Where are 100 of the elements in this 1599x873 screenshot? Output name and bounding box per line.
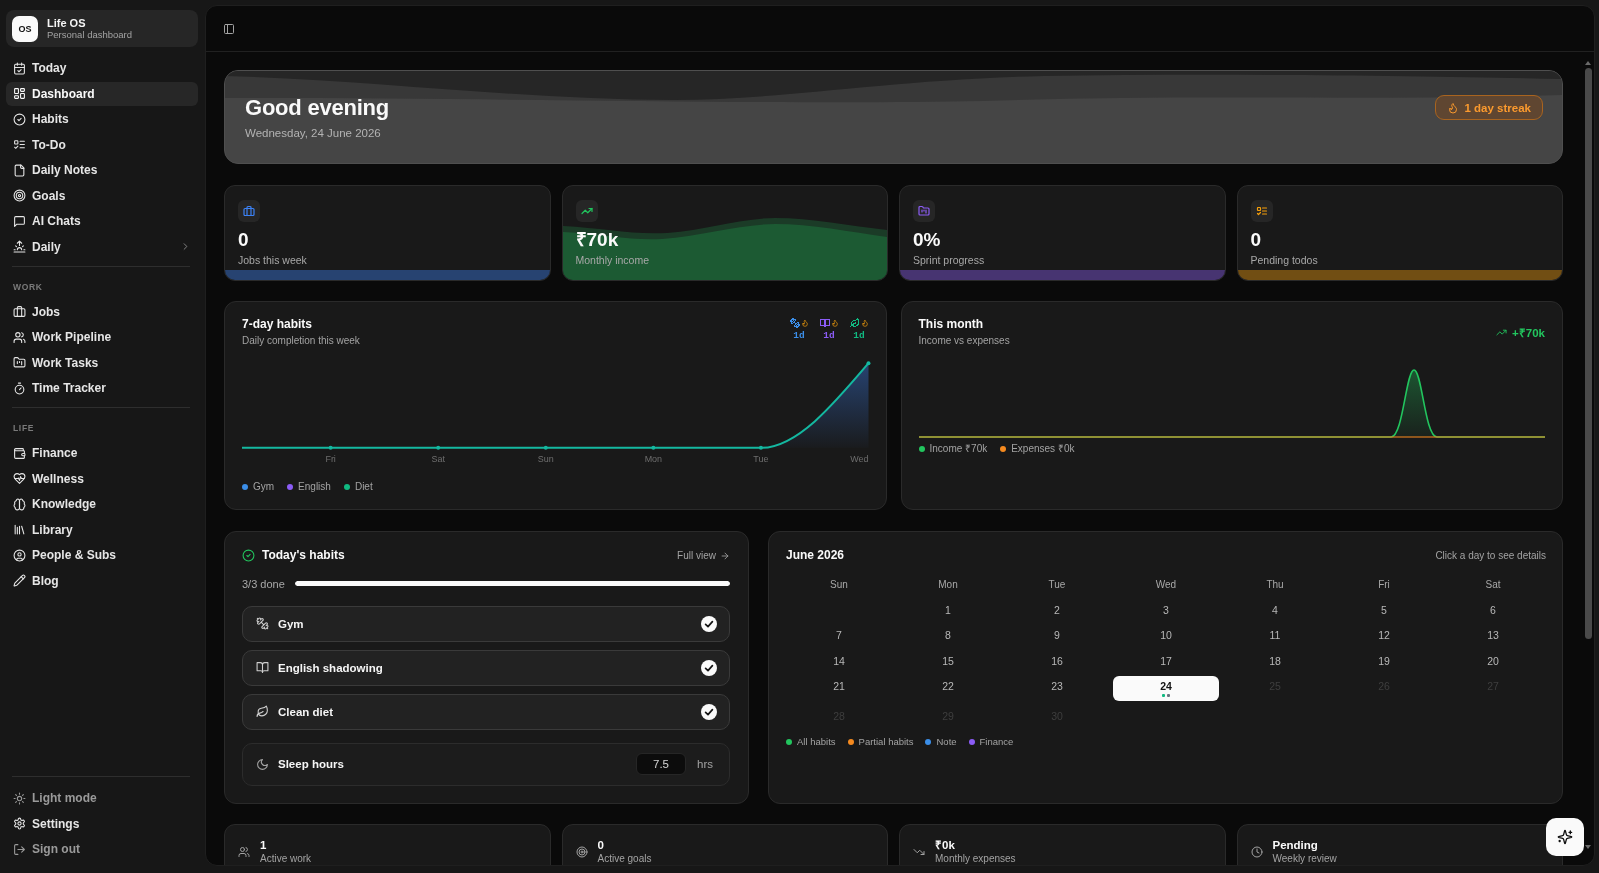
calendar-day[interactable]: 8 — [895, 625, 1001, 646]
habit-row[interactable]: Clean diet — [242, 693, 730, 730]
axis-label: Mon — [644, 453, 663, 464]
axis-label: Sun — [537, 453, 554, 464]
nav-item[interactable]: Habits — [6, 107, 198, 131]
weekday-label: Tue — [1047, 578, 1067, 591]
calendar-day[interactable]: 18 — [1222, 650, 1328, 672]
axis-label: Sat — [431, 453, 445, 464]
calendar-day[interactable]: 24 — [1113, 676, 1219, 701]
calendar-hint: Click a day to see details — [1435, 550, 1546, 561]
stat-value: 0 — [1250, 228, 1263, 251]
users-icon — [13, 330, 26, 344]
calendar-day[interactable]: 9 — [1004, 625, 1110, 646]
calendar-day[interactable]: 17 — [1113, 650, 1219, 672]
briefcase-icon — [238, 199, 260, 222]
weekday-label: Mon — [937, 578, 959, 591]
summary-label: Monthly expenses — [935, 852, 1016, 865]
nav-item[interactable]: Wellness — [6, 466, 198, 491]
circle-check-icon — [242, 549, 255, 562]
sleep-hours-field[interactable]: 7.5 — [636, 753, 686, 775]
stat-label: Monthly income — [575, 253, 651, 266]
nav-item[interactable]: Daily Notes — [6, 158, 198, 182]
wallet-icon — [13, 446, 26, 460]
calendar-day[interactable]: 2 — [1004, 599, 1110, 621]
full-view-link[interactable]: Full view — [677, 550, 730, 561]
calendar-day[interactable]: 1 — [895, 599, 1001, 621]
net-amount: +₹70k — [1512, 326, 1545, 340]
nav-item[interactable]: Work Pipeline — [6, 325, 198, 349]
nav-item[interactable]: Jobs — [6, 299, 198, 324]
card-subtitle: Daily completion this week — [242, 334, 360, 347]
calendar-day[interactable]: 4 — [1222, 599, 1328, 621]
habit-checkbox[interactable] — [701, 615, 717, 632]
calendar-day[interactable]: 11 — [1222, 625, 1328, 646]
sunrise-icon — [13, 240, 26, 253]
nav-item[interactable]: Finance — [6, 441, 198, 465]
calendar-day[interactable]: 15 — [895, 650, 1001, 672]
summary-label: Active work — [260, 852, 312, 865]
nav-item[interactable]: Daily — [6, 234, 198, 259]
stat-label: Pending todos — [1250, 253, 1319, 266]
ai-assistant-button[interactable] — [1546, 818, 1584, 856]
footer-item[interactable]: Settings — [6, 811, 198, 836]
circle-check-icon — [13, 112, 26, 126]
footer-item[interactable]: Light mode — [6, 786, 198, 810]
leaf-icon — [256, 705, 269, 718]
arrow-right-icon — [720, 550, 730, 561]
progress-label: 3/3 done — [242, 577, 285, 590]
habit-checkbox[interactable] — [701, 659, 717, 676]
flame-icon — [800, 319, 809, 327]
nav-item[interactable]: Dashboard — [6, 81, 198, 106]
legend-label: Gym — [253, 481, 275, 493]
streak-days: 1d — [793, 330, 805, 342]
flame-icon — [830, 319, 839, 327]
nav-item[interactable]: AI Chats — [6, 209, 198, 233]
nav-item[interactable]: Time Tracker — [6, 376, 198, 400]
nav-item[interactable]: Knowledge — [6, 492, 198, 516]
calendar-day[interactable]: 14 — [786, 650, 892, 672]
heart-pulse-icon — [13, 472, 26, 485]
chat-bubble-icon — [13, 214, 26, 228]
calendar-check-icon — [13, 61, 26, 75]
trending-up-icon — [1496, 327, 1508, 338]
calendar-day[interactable]: 5 — [1331, 599, 1437, 621]
calendar-day[interactable]: 16 — [1004, 650, 1110, 672]
nav-item[interactable]: Work Tasks — [6, 350, 198, 375]
calendar-day[interactable]: 10 — [1113, 625, 1219, 646]
habit-row[interactable]: Gym — [242, 605, 730, 642]
weekday-label: Thu — [1265, 578, 1285, 591]
calendar-day[interactable]: 3 — [1113, 599, 1219, 621]
calendar-day[interactable]: 22 — [895, 676, 1001, 701]
nav-item[interactable]: Library — [6, 517, 198, 542]
nav-item[interactable]: Blog — [6, 568, 198, 593]
calendar-day[interactable]: 21 — [786, 676, 892, 701]
card-subtitle: Income vs expenses — [918, 334, 1010, 347]
target-icon — [575, 845, 588, 858]
calendar-day[interactable]: 6 — [1440, 599, 1546, 621]
calendar-day[interactable]: 19 — [1331, 650, 1437, 672]
legend-label: Income ₹70k — [929, 443, 988, 455]
calendar-day[interactable]: 7 — [786, 625, 892, 646]
calendar-day[interactable]: 20 — [1440, 650, 1546, 672]
legend-label: All habits — [797, 735, 836, 748]
calendar-day[interactable]: 13 — [1440, 625, 1546, 646]
calendar-day[interactable]: 12 — [1331, 625, 1437, 646]
nav-item[interactable]: To-Do — [6, 132, 198, 157]
nav-item[interactable]: People & Subs — [6, 543, 198, 567]
habit-checkbox[interactable] — [701, 703, 717, 720]
app-logo: OS — [12, 15, 38, 42]
nav-item[interactable]: Today — [6, 56, 198, 80]
sun-icon — [13, 791, 26, 805]
dumbbell-icon — [256, 617, 269, 630]
axis-label: Wed — [850, 453, 869, 464]
card-title: Today's habits — [262, 548, 345, 563]
footer-item[interactable]: Sign out — [6, 837, 198, 861]
legend-label: English — [298, 481, 331, 493]
weekday-label: Fri — [1377, 578, 1391, 591]
sleep-label: Sleep hours — [278, 758, 344, 770]
streak-text: 1 day streak — [1464, 101, 1531, 114]
nav-item[interactable]: Goals — [6, 183, 198, 208]
clock-icon — [1250, 845, 1263, 858]
habit-row[interactable]: English shadowing — [242, 649, 730, 686]
calendar-day[interactable]: 23 — [1004, 676, 1110, 701]
stat-value: 0 — [238, 228, 250, 251]
